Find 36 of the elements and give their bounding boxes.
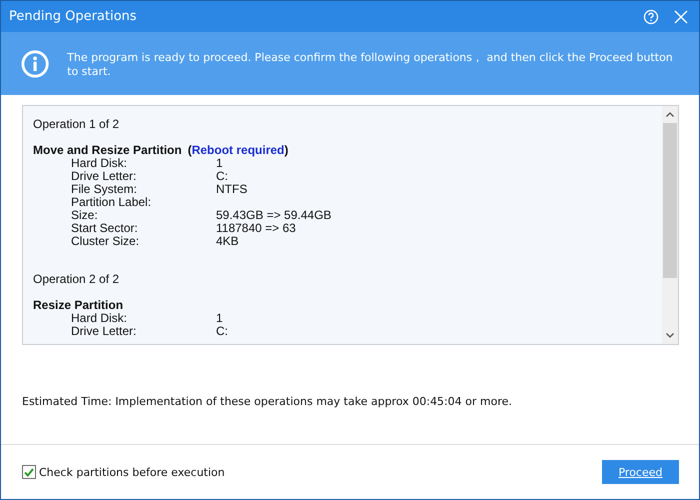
chevron-down-icon <box>666 333 674 338</box>
field-label: Cluster Size: <box>71 235 140 248</box>
estimated-time: Estimated Time: Implementation of these operations may take approx 00:45:04 or more. <box>22 395 513 408</box>
field-label: Hard Disk: <box>71 157 128 170</box>
scroll-thumb[interactable] <box>663 123 677 278</box>
info-icon <box>21 48 50 78</box>
help-icon <box>643 8 659 24</box>
operation-header: Operation 2 of 2 <box>33 272 120 286</box>
field-label: Partition Label: <box>71 196 152 209</box>
scrollbar[interactable] <box>662 106 678 344</box>
banner-message: The program is ready to proceed. Please confirm the following operations， and then click the Proceed button to start. <box>67 50 674 78</box>
operation-title: Move and Resize Partition <box>33 143 182 157</box>
field-label: Start Sector: <box>71 222 139 235</box>
field-value: C: <box>216 170 229 183</box>
reboot-note: (Reboot required) <box>188 143 288 157</box>
field-value: 4KB <box>216 235 240 248</box>
check-icon <box>24 468 34 476</box>
proceed-button[interactable]: Proceed <box>602 460 679 484</box>
field-label: Drive Letter: <box>71 325 138 338</box>
field-label: Hard Disk: <box>71 312 128 325</box>
window-title: Pending Operations <box>9 9 138 24</box>
field-value: 1187840 => 63 <box>216 222 297 235</box>
chevron-up-icon <box>666 112 674 117</box>
field-label: Size: <box>71 209 99 222</box>
field-value: 1 <box>216 312 224 325</box>
field-label: File System: <box>71 183 138 196</box>
field-value: NTFS <box>216 183 248 196</box>
close-icon <box>674 10 688 24</box>
field-label: Drive Letter: <box>71 170 138 183</box>
field-value: C: <box>216 325 229 338</box>
operation-title: Resize Partition <box>33 298 124 312</box>
checkbox[interactable] <box>22 465 36 479</box>
operation-header: Operation 1 of 2 <box>33 117 120 131</box>
field-value: 1 <box>216 157 224 170</box>
checkbox-label: Check partitions before execution <box>39 466 225 478</box>
field-value: 59.43GB => 59.44GB <box>216 209 332 222</box>
